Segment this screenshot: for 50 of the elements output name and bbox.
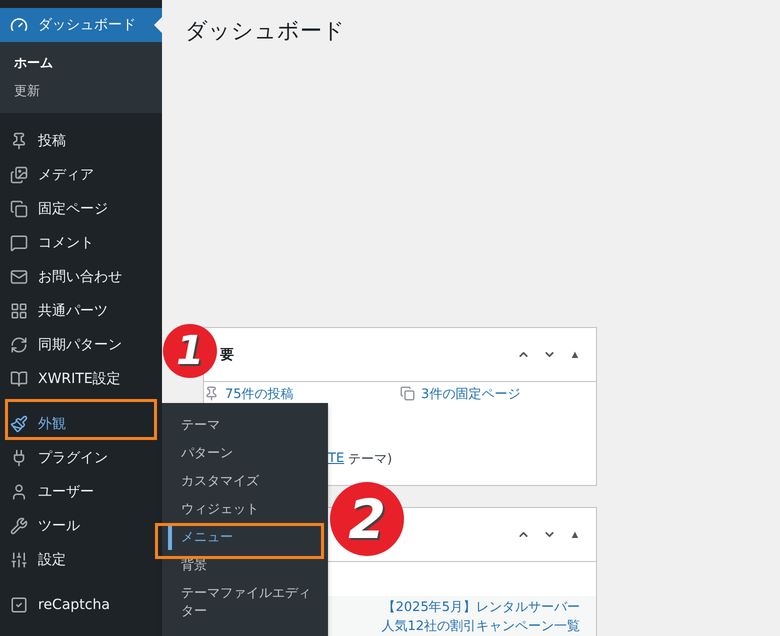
- sidebar-item[interactable]: プラグイン: [0, 441, 162, 475]
- sync-icon: [10, 336, 28, 354]
- checkbox-icon: [10, 596, 28, 614]
- sidebar-item[interactable]: 外観: [0, 407, 162, 441]
- posts-link[interactable]: 75件の投稿: [225, 384, 294, 402]
- sidebar-item[interactable]: 設定: [0, 543, 162, 577]
- pin-icon: [10, 132, 28, 150]
- gauge-icon: [10, 16, 28, 34]
- sidebar-item[interactable]: 投稿: [0, 124, 162, 158]
- sliders-icon: [10, 551, 28, 569]
- sidebar-item[interactable]: reCaptcha: [0, 588, 162, 622]
- sidebar-item[interactable]: ダッシュボード: [0, 8, 162, 42]
- page-title: ダッシュボード: [185, 18, 346, 46]
- flyout-item[interactable]: メニュー: [162, 524, 328, 552]
- widget-title: 要: [220, 346, 234, 362]
- pages-link[interactable]: 3件の固定ページ: [421, 384, 520, 402]
- sidebar-item[interactable]: ツール: [0, 509, 162, 543]
- flyout-item[interactable]: ウィジェット: [162, 496, 328, 524]
- user-icon: [10, 483, 28, 501]
- sidebar-item[interactable]: コメント: [0, 226, 162, 260]
- current-notch-icon: [154, 17, 162, 33]
- comment-icon: [10, 234, 28, 252]
- flyout-item[interactable]: テーマ: [162, 412, 328, 440]
- sidebar-item[interactable]: お問い合わせ: [0, 260, 162, 294]
- wrench-icon: [10, 517, 28, 535]
- grid-icon: [10, 302, 28, 320]
- sidebar-item[interactable]: 固定ページ: [0, 192, 162, 226]
- sidebar-item[interactable]: XWRITE設定: [0, 362, 162, 396]
- collapse-button[interactable]: ▲: [562, 342, 588, 368]
- theme-link[interactable]: TE: [328, 451, 344, 466]
- mail-icon: [10, 268, 28, 286]
- flyout-item[interactable]: パターン: [162, 440, 328, 468]
- step-badge: 1: [163, 324, 217, 378]
- theme-text: テーマ): [348, 450, 392, 468]
- book-icon: [10, 370, 28, 388]
- submenu-item[interactable]: ホーム: [0, 49, 162, 77]
- sidebar-item[interactable]: ユーザー: [0, 475, 162, 509]
- pages-icon: [10, 200, 28, 218]
- media-icon: [10, 166, 28, 184]
- submenu-item[interactable]: 更新: [0, 77, 162, 105]
- sidebar-item[interactable]: メディア: [0, 158, 162, 192]
- sidebar-item[interactable]: 同期パターン: [0, 328, 162, 362]
- flyout-item[interactable]: テーマファイルエディター: [162, 580, 328, 626]
- pages-icon: [400, 386, 415, 401]
- paintbrush-icon: [10, 415, 28, 433]
- sidebar-item[interactable]: 共通パーツ: [0, 294, 162, 328]
- pin-icon: [204, 386, 219, 401]
- collapse-button[interactable]: ▲: [562, 522, 588, 548]
- current-bar-icon: [168, 526, 172, 550]
- flyout-item[interactable]: カスタマイズ: [162, 468, 328, 496]
